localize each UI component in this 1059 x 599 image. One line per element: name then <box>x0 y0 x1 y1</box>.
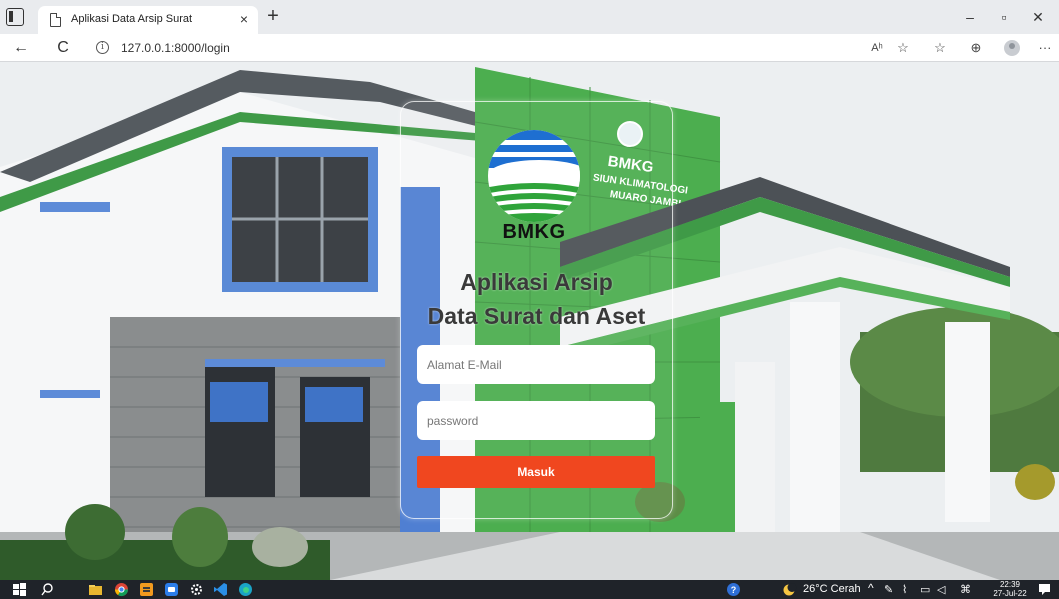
collections-icon[interactable]: ⊕ <box>965 39 987 57</box>
file-explorer-icon[interactable] <box>88 582 103 597</box>
refresh-icon[interactable]: C <box>52 38 74 58</box>
app-headline: Aplikasi Arsip Data Surat dan Aset <box>400 267 673 331</box>
tab-bar: Aplikasi Data Arsip Surat × + – ▫ ✕ <box>0 0 1059 34</box>
favorites-icon[interactable]: ☆ <box>929 39 951 57</box>
browser-tab[interactable]: Aplikasi Data Arsip Surat × <box>38 6 258 34</box>
sublime-icon[interactable] <box>139 582 154 597</box>
notification-center-icon[interactable] <box>1037 582 1052 597</box>
settings-gear-icon[interactable] <box>189 582 204 597</box>
clock-time: 22:39 <box>999 580 1021 589</box>
volume-icon[interactable]: ◁ <box>937 583 945 596</box>
edge-browser-icon[interactable] <box>238 582 253 597</box>
new-tab-button[interactable]: + <box>262 6 284 28</box>
chrome-icon[interactable] <box>114 582 129 597</box>
pen-icon[interactable]: ✎ <box>884 583 893 596</box>
profile-avatar-icon[interactable] <box>1004 40 1020 56</box>
language-icon[interactable]: ⌘ <box>960 583 971 596</box>
battery-icon[interactable]: ▭ <box>920 583 930 596</box>
weather-text[interactable]: 26°C Cerah <box>803 583 861 595</box>
restore-button[interactable]: ▫ <box>991 6 1017 28</box>
site-info-icon[interactable]: i <box>96 41 109 54</box>
page-viewport: BMKG SIUN KLIMATOLOGI MUARO JAMBI BMKG A… <box>0 62 1059 580</box>
headline-line2: Data Surat dan Aset <box>427 303 646 329</box>
search-icon[interactable] <box>40 582 55 597</box>
page-icon <box>50 13 61 27</box>
system-clock[interactable]: 22:39 27-Jul-22 <box>990 580 1030 598</box>
weather-moon-icon <box>783 583 797 596</box>
url-text[interactable]: 127.0.0.1:8000/login <box>121 41 230 55</box>
svg-text:?: ? <box>731 585 737 595</box>
close-window-button[interactable]: ✕ <box>1025 6 1051 28</box>
add-favorite-icon[interactable]: ☆ <box>892 39 914 57</box>
email-field[interactable] <box>417 345 655 384</box>
help-icon[interactable]: ? <box>726 582 741 597</box>
login-submit-button[interactable]: Masuk <box>417 456 655 488</box>
headline-line1: Aplikasi Arsip <box>460 269 613 295</box>
back-arrow-icon[interactable]: ← <box>10 38 32 58</box>
tab-actions-icon[interactable] <box>6 8 24 26</box>
minimize-button[interactable]: – <box>957 6 983 28</box>
tab-title: Aplikasi Data Arsip Surat <box>71 13 193 25</box>
app-blue-icon[interactable] <box>164 582 179 597</box>
network-icon[interactable]: ⌇ <box>902 583 907 596</box>
more-options-icon[interactable]: ··· <box>1034 39 1056 57</box>
taskbar: ? 26°C Cerah ^ ✎ ⌇ ▭ ◁ ⌘ 22:39 27-Jul-22 <box>0 580 1059 599</box>
tab-close-icon[interactable]: × <box>240 11 248 27</box>
password-field[interactable] <box>417 401 655 440</box>
bmkg-logo-text: BMKG <box>502 221 566 243</box>
windows-start-icon[interactable] <box>12 582 27 597</box>
vscode-icon[interactable] <box>213 582 228 597</box>
read-aloud-icon[interactable]: Aʰ <box>866 39 888 57</box>
address-bar: ← C i 127.0.0.1:8000/login Aʰ ☆ ☆ ⊕ ··· <box>0 34 1059 62</box>
show-hidden-icons-chevron-icon[interactable]: ^ <box>868 581 874 595</box>
clock-date: 27-Jul-22 <box>993 589 1027 598</box>
